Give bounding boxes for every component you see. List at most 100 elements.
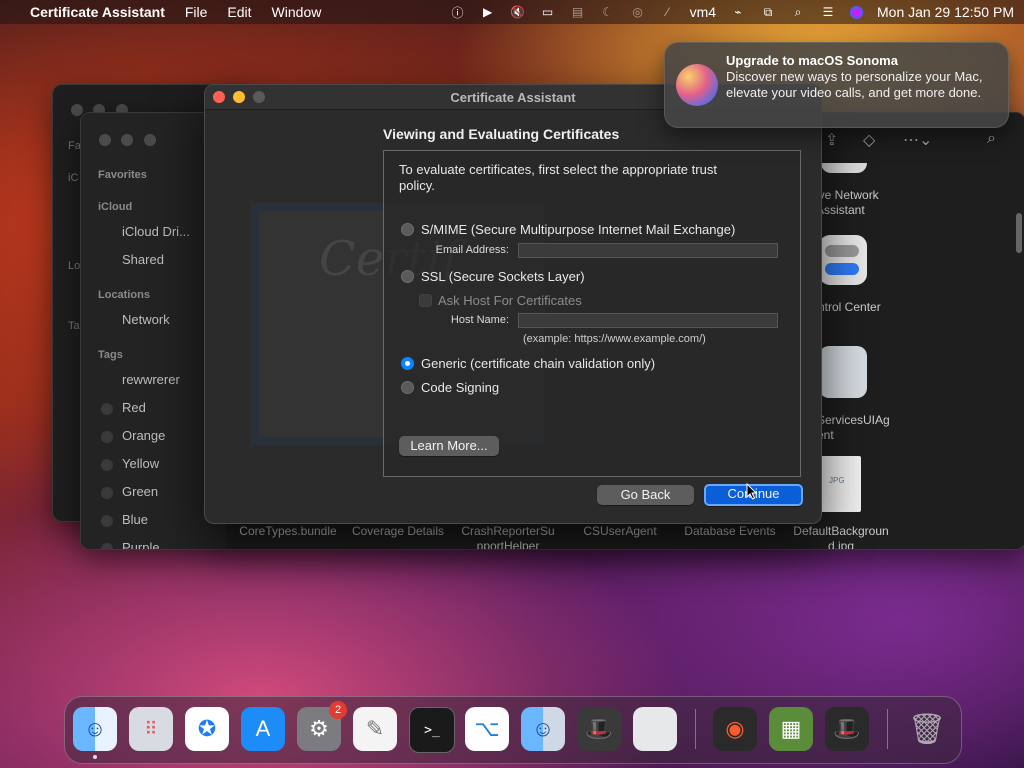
terminal-icon[interactable]: >_	[409, 707, 455, 753]
vscode-icon[interactable]: ⌥	[465, 707, 509, 751]
option-smime-label[interactable]: S/MIME (Secure Multipurpose Internet Mai…	[421, 222, 735, 237]
close-button[interactable]	[99, 134, 111, 146]
bartender-2-icon[interactable]: 🎩	[825, 707, 869, 751]
menu-file[interactable]: File	[175, 4, 218, 20]
sidebar-tag[interactable]: Blue	[122, 512, 148, 527]
zoom-button[interactable]	[143, 134, 156, 146]
notification-banner[interactable]: Upgrade to macOS Sonoma Discover new way…	[664, 42, 1009, 128]
sidebar-tag[interactable]: Orange	[122, 428, 165, 443]
sidebar-tag[interactable]: Purple	[122, 540, 160, 549]
tag-color-dot	[101, 431, 113, 443]
radio-generic[interactable]	[401, 357, 414, 370]
menu-bar-clock[interactable]: Mon Jan 29 12:50 PM	[877, 4, 1014, 20]
minimize-button[interactable]	[121, 134, 134, 146]
focus-moon-icon[interactable]: ☾	[600, 5, 616, 19]
notification-title: Upgrade to macOS Sonoma	[726, 53, 898, 68]
sidebar-item-icloud-drive[interactable]: iCloud Dri...	[122, 224, 190, 239]
macos-sonoma-icon	[676, 64, 718, 106]
spotlight-search-icon[interactable]: ⌕	[790, 5, 806, 19]
file-name[interactable]: CoreTypes.bundle	[233, 524, 343, 539]
dock-separator	[887, 709, 888, 749]
app-store-icon[interactable]: A	[241, 707, 285, 751]
sidebar-tag[interactable]: Green	[122, 484, 158, 499]
file-name[interactable]: Coverage Details	[343, 524, 453, 539]
file-name[interactable]: Database Events	[675, 524, 785, 539]
sidebar-head-fragment: Fa	[68, 140, 81, 152]
scrollbar-thumb[interactable]	[1016, 213, 1022, 253]
airdrop-icon[interactable]: ◎	[630, 5, 646, 19]
control-center-icon[interactable]: ☰	[820, 5, 836, 19]
go-back-button[interactable]: Go Back	[597, 485, 694, 505]
app-menu[interactable]: Certificate Assistant	[20, 4, 175, 20]
sidebar-tag[interactable]: Red	[122, 400, 146, 415]
radio-code-signing[interactable]	[401, 381, 414, 394]
trash-icon[interactable]: 🗑	[905, 707, 949, 751]
sidebar-head-fragment: Ta	[68, 320, 80, 332]
email-address-field[interactable]	[518, 243, 778, 258]
file-name[interactable]: ServicesUIAg ent	[817, 413, 907, 443]
file-name[interactable]: CSUserAgent	[565, 524, 675, 539]
file-icon[interactable]	[821, 163, 867, 173]
sidebar-tag[interactable]: rewwrerer	[122, 372, 180, 387]
menu-edit[interactable]: Edit	[217, 4, 261, 20]
sidebar-section-tags: Tags	[98, 349, 123, 361]
option-generic-label[interactable]: Generic (certificate chain validation on…	[421, 356, 655, 371]
certificate-assistant-window[interactable]: Certificate Assistant Certif Viewing and…	[204, 84, 822, 524]
search-icon[interactable]: ⌕	[987, 130, 996, 148]
share-icon[interactable]: ⇪	[825, 130, 838, 150]
tag-color-dot	[101, 487, 113, 499]
quick-look-icon[interactable]: ◉	[713, 707, 757, 751]
sidebar-item-shared[interactable]: Shared	[122, 252, 164, 267]
siri-icon[interactable]	[850, 5, 864, 19]
ask-host-label: Ask Host For Certificates	[438, 293, 582, 308]
dock-separator	[695, 709, 696, 749]
radio-smime[interactable]	[401, 223, 414, 236]
tag-color-dot	[101, 543, 113, 549]
option-ssl-label[interactable]: SSL (Secure Sockets Layer)	[421, 269, 585, 284]
launchpad-icon[interactable]: ⠿	[129, 707, 173, 751]
sidebar-head-fragment: Lo	[68, 260, 81, 272]
jpg-file-icon[interactable]: JPG	[821, 456, 861, 512]
tag-color-dot	[101, 403, 113, 415]
trust-policy-panel: To evaluate certificates, first select t…	[383, 150, 801, 477]
ask-host-checkbox[interactable]	[419, 294, 432, 307]
tag-color-dot	[101, 459, 113, 471]
mouse-cursor-icon	[746, 483, 758, 500]
option-code-signing-label[interactable]: Code Signing	[421, 380, 499, 395]
migration-assistant-icon[interactable]: ☺	[521, 707, 565, 751]
screen-mirroring-icon[interactable]: ⧉	[760, 5, 776, 19]
bartender-icon[interactable]: 🎩	[577, 707, 621, 751]
running-indicator	[93, 755, 97, 759]
learn-more-button[interactable]: Learn More...	[399, 436, 499, 456]
user-name[interactable]: vm4	[690, 4, 716, 20]
services-ui-agent-icon[interactable]	[819, 346, 867, 398]
host-name-field[interactable]	[518, 313, 778, 328]
host-name-label: Host Name:	[450, 314, 509, 326]
tag-icon[interactable]: ◇	[863, 130, 875, 150]
file-name[interactable]: CrashReporterSu pportHelper	[453, 524, 563, 549]
safari-icon[interactable]: ✪	[185, 707, 229, 751]
radio-ssl[interactable]	[401, 270, 414, 283]
play-icon[interactable]: ▶	[480, 5, 496, 19]
mute-icon[interactable]: 🔇	[510, 5, 526, 19]
stage-manager-icon[interactable]: ▤	[570, 5, 586, 19]
vpn-icon[interactable]: ⌁	[730, 5, 746, 19]
info-icon[interactable]: ⓘ	[450, 5, 466, 20]
textedit-icon[interactable]: ✎	[353, 707, 397, 751]
wifi-off-icon[interactable]: ⁄	[660, 5, 676, 19]
preview-icon[interactable]	[633, 707, 677, 751]
display-icon[interactable]: ▭	[540, 5, 556, 19]
tag-color-dot	[101, 515, 113, 527]
file-name[interactable]: ntrol Center	[818, 300, 908, 315]
finder-icon[interactable]: ☺	[73, 707, 117, 751]
more-actions-icon[interactable]: ⋯⌄	[903, 130, 932, 150]
sidebar-tag[interactable]: Yellow	[122, 456, 159, 471]
file-name[interactable]: DefaultBackgroun d.jpg	[787, 524, 895, 549]
menu-window[interactable]: Window	[262, 4, 332, 20]
minecraft-icon[interactable]: ▦	[769, 707, 813, 751]
control-center-app-icon[interactable]	[819, 235, 867, 285]
sidebar-item-network[interactable]: Network	[122, 312, 170, 327]
file-name[interactable]: ive Network Assistant	[816, 188, 906, 218]
system-settings-icon[interactable]: ⚙ 2	[297, 701, 347, 751]
notification-badge: 2	[329, 701, 347, 719]
